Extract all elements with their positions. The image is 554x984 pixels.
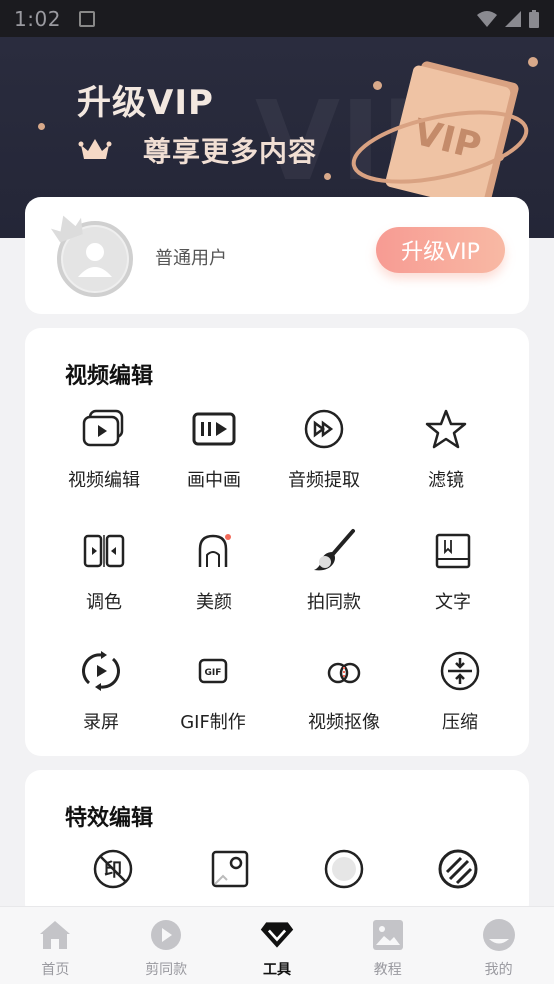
gif-icon: GIF [190,648,236,694]
section-title: 视频编辑 [65,364,154,389]
nav-label: 剪同款 [145,962,188,978]
avatar[interactable] [50,215,133,297]
section-title: 特效编辑 [65,806,154,831]
nav-tools[interactable]: 工具 [222,907,333,984]
tool-frame[interactable] [175,846,285,892]
tool-label: 文字 [435,592,471,613]
user-name: 普通用户 [155,248,227,269]
text-icon [430,528,476,574]
battery-icon [529,9,539,28]
tool-remove-watermark[interactable]: 印 [58,846,168,892]
tool-screen-record[interactable]: 录屏 [46,648,156,734]
brush-icon [311,528,357,574]
user-card: 普通用户 升级VIP [25,197,529,314]
tool-color-adjust[interactable]: 调色 [49,528,159,614]
tool-video-edit[interactable]: 视频编辑 [49,406,159,492]
template-icon [148,917,184,953]
home-icon [37,917,73,953]
tool-matting[interactable]: 视频抠像 [289,648,399,734]
tool-circle[interactable] [289,846,399,892]
tool-stripes[interactable] [403,846,513,892]
tool-beauty[interactable]: 美颜 [159,528,269,614]
tool-pip[interactable]: 画中画 [159,406,269,492]
tool-label: 视频抠像 [308,712,380,733]
tool-compress[interactable]: 压缩 [405,648,515,734]
image-icon [370,917,406,953]
status-bar: 1:02 [0,0,554,37]
tool-gif[interactable]: GIF GIF制作 [158,648,268,734]
tool-label: 美颜 [196,592,232,613]
upgrade-vip-button[interactable]: 升级VIP [376,227,505,273]
bottom-nav: 首页 剪同款 工具 教程 我的 [0,906,554,984]
circle-icon [321,846,367,892]
tool-text[interactable]: 文字 [398,528,508,614]
tool-label: 调色 [86,592,122,613]
wifi-icon [477,10,497,27]
matting-icon [321,648,367,694]
star-icon [423,406,469,452]
tool-label: 拍同款 [307,592,361,613]
profile-icon [481,917,517,953]
watermark-glyph: 印 [104,860,122,881]
audio-extract-icon [301,406,347,452]
fx-edit-section: 特效编辑 印 [25,770,529,920]
tool-label: 画中画 [187,470,241,491]
nav-tutorial[interactable]: 教程 [332,907,443,984]
nav-label: 我的 [484,962,513,978]
tool-label: 录屏 [83,712,119,733]
compress-icon [437,648,483,694]
tool-label: 压缩 [442,712,478,733]
remove-watermark-icon: 印 [90,846,136,892]
signal-icon [505,10,521,27]
notification-icon [78,10,95,27]
status-time: 1:02 [14,6,61,31]
banner-title: 升级VIP [77,83,214,123]
picture-in-picture-icon [191,406,237,452]
tool-label: 视频编辑 [68,470,140,491]
banner-subtitle: 尊享更多内容 [143,135,318,168]
nav-label: 首页 [41,962,70,978]
crown-icon [78,139,112,159]
video-stack-icon [81,406,127,452]
nav-home[interactable]: 首页 [0,907,111,984]
tool-label: 音频提取 [288,470,360,491]
nav-label: 教程 [373,962,402,978]
tool-same-style[interactable]: 拍同款 [279,528,389,614]
frame-icon [207,846,253,892]
nav-template[interactable]: 剪同款 [111,907,222,984]
tool-label: GIF制作 [180,712,246,733]
svg-text:GIF: GIF [205,668,222,678]
nav-profile[interactable]: 我的 [443,907,554,984]
tool-filter[interactable]: 滤镜 [391,406,501,492]
beauty-icon [191,528,237,574]
system-icons [476,9,540,29]
screen-record-icon [78,648,124,694]
tool-audio-extract[interactable]: 音频提取 [269,406,379,492]
stripes-icon [435,846,481,892]
nav-label: 工具 [262,962,291,978]
color-adjust-icon [81,528,127,574]
video-edit-section: 视频编辑 视频编辑 画中画 音频提取 滤镜 调色 美颜 拍同款 文字 录屏 GI… [25,328,529,756]
user-placeholder-icon [78,243,112,277]
diamond-icon [259,917,295,953]
tool-label: 滤镜 [428,470,464,491]
